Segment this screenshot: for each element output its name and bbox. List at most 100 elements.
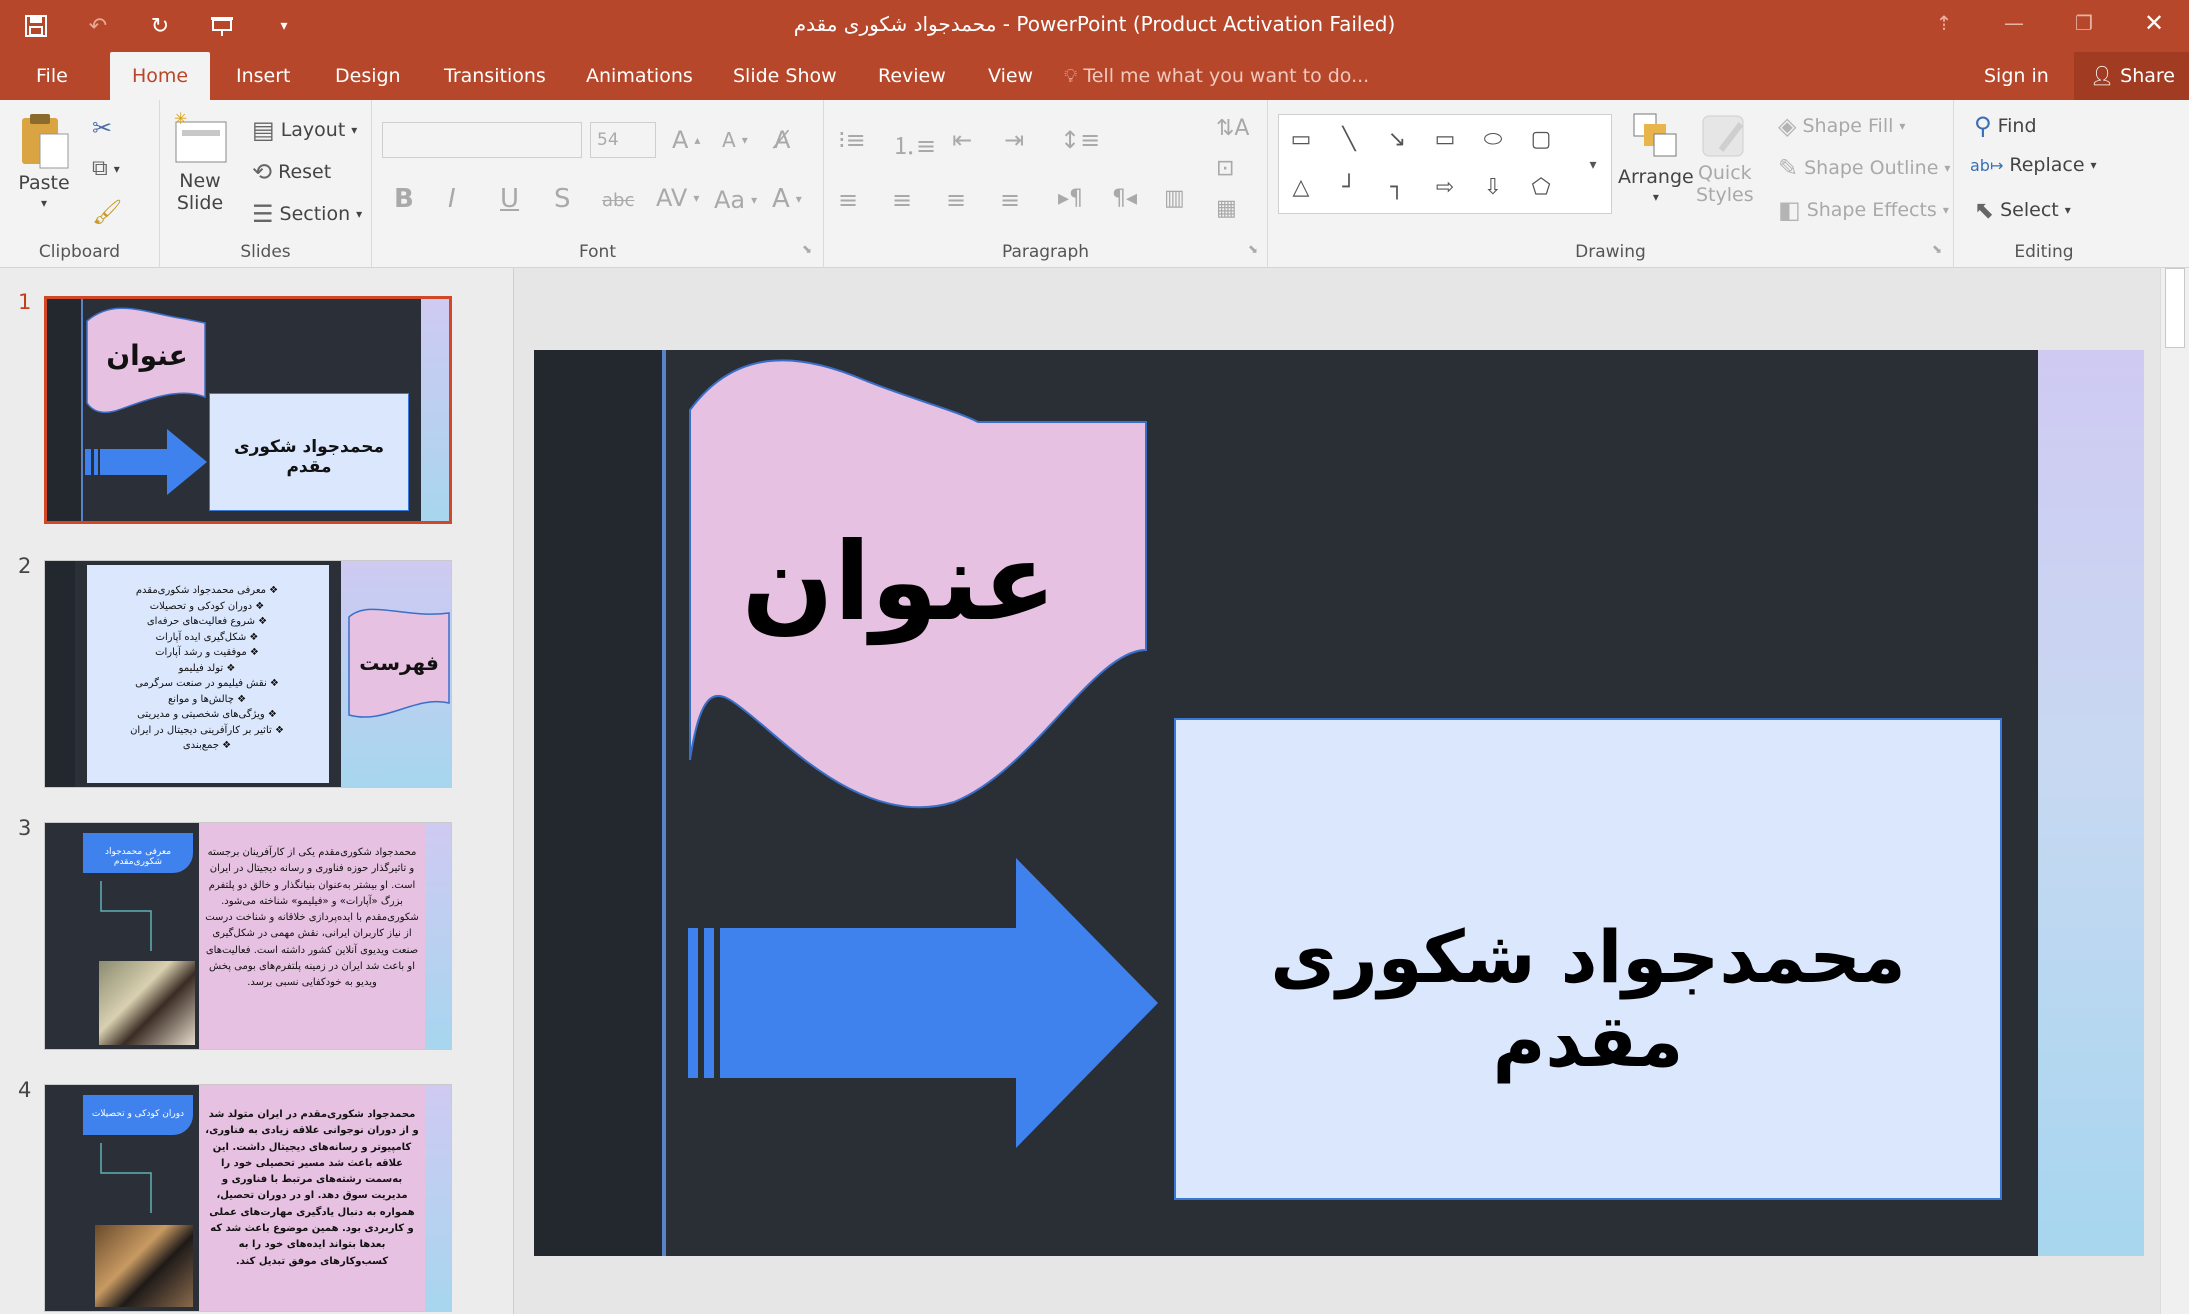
restore-icon[interactable]: ❐: [2049, 0, 2119, 46]
align-right-icon[interactable]: ≡: [946, 186, 966, 214]
shapes-gallery[interactable]: ▭ ╲ ↘ ▭ ⬭ ▢ △ ┘ ┐ ⇨ ⇩ ⬠ ▾: [1278, 114, 1612, 214]
character-spacing-icon[interactable]: AV ▾: [656, 184, 699, 212]
new-slide-icon: ✳: [174, 110, 227, 163]
text-direction-icon[interactable]: ⇅A: [1216, 116, 1249, 141]
freeform-shape-icon[interactable]: ⬠: [1527, 173, 1555, 201]
tab-design[interactable]: Design: [319, 52, 417, 100]
tab-file[interactable]: File: [20, 52, 84, 100]
justify-icon[interactable]: ≡: [1000, 186, 1020, 214]
line-shape-icon[interactable]: ╲: [1335, 125, 1363, 153]
layout-button[interactable]: ▤ Layout ▾: [252, 116, 357, 144]
grow-font-icon[interactable]: A ▴: [672, 126, 700, 154]
tab-transitions[interactable]: Transitions: [428, 52, 562, 100]
elbow-arrow-shape-icon[interactable]: ┐: [1383, 173, 1411, 201]
bullets-icon[interactable]: ⁝≡: [838, 126, 866, 154]
window-title: محمدجواد شکوری مقدم - PowerPoint (Produc…: [793, 12, 1396, 36]
textbox-shape-icon[interactable]: ▭: [1287, 125, 1315, 153]
align-center-icon[interactable]: ≡: [892, 186, 912, 214]
cursor-icon: ⬉: [1974, 196, 1995, 224]
decrease-indent-icon[interactable]: ⇤: [952, 126, 972, 154]
bold-icon[interactable]: B: [394, 184, 414, 214]
paragraph-dialog-launcher-icon[interactable]: ⬊: [1248, 242, 1258, 256]
share-button[interactable]: 👤︎ Share: [2074, 52, 2189, 100]
person-icon: 👤︎: [2090, 65, 2121, 87]
arrow-line-shape-icon[interactable]: ↘: [1383, 125, 1411, 153]
close-icon[interactable]: ✕: [2119, 0, 2189, 46]
tab-review[interactable]: Review: [862, 52, 962, 100]
font-name-box[interactable]: [382, 122, 582, 158]
slide-thumbnail-1[interactable]: عنوان محمدجواد شکوری مقدم: [44, 296, 452, 524]
sign-in-link[interactable]: Sign in: [1984, 52, 2049, 100]
change-case-icon[interactable]: Aa ▾: [714, 186, 757, 214]
underline-icon[interactable]: U: [500, 184, 519, 214]
quick-styles-button[interactable]: Quick Styles: [1696, 110, 1754, 206]
select-button[interactable]: ⬉ Select ▾: [1974, 196, 2071, 224]
format-painter-icon[interactable]: 🖌︎: [92, 198, 122, 226]
line-spacing-icon[interactable]: ↕≡: [1060, 126, 1100, 154]
columns-icon[interactable]: ▥: [1164, 186, 1185, 211]
tell-me-search[interactable]: 💡︎ Tell me what you want to do...: [1064, 52, 1369, 100]
strikethrough-icon[interactable]: abc: [602, 190, 634, 211]
slide-name-text[interactable]: محمدجواد شکوری مقدم: [1176, 915, 2000, 1083]
increase-indent-icon[interactable]: ⇥: [1004, 126, 1024, 154]
align-text-icon[interactable]: ⊡: [1216, 156, 1234, 181]
section-button[interactable]: ☰ Section ▾: [252, 200, 362, 228]
shape-effects-button[interactable]: ◧ Shape Effects ▾: [1778, 196, 1949, 224]
reset-button[interactable]: ⟲ Reset: [252, 158, 331, 186]
triangle-shape-icon[interactable]: △: [1287, 173, 1315, 201]
font-size-box[interactable]: 54: [590, 122, 656, 158]
vertical-scrollbar[interactable]: [2160, 268, 2189, 1314]
slide-thumbnail-2[interactable]: ❖ معرفی محمدجواد شکوری‌مقدم ❖ دوران کودک…: [44, 560, 452, 788]
right-arrow-shape-icon[interactable]: ⇨: [1431, 173, 1459, 201]
italic-icon[interactable]: I: [448, 184, 456, 214]
tab-insert[interactable]: Insert: [220, 52, 307, 100]
cut-icon[interactable]: ✂: [92, 114, 112, 142]
tab-home[interactable]: Home: [110, 52, 210, 100]
shrink-font-icon[interactable]: A ▾: [722, 128, 748, 152]
align-left-icon[interactable]: ≡: [838, 186, 858, 214]
ribbon-display-icon[interactable]: ⇡: [1909, 0, 1979, 46]
down-arrow-shape-icon[interactable]: ⇩: [1479, 173, 1507, 201]
shape-outline-button[interactable]: ✎ Shape Outline ▾: [1778, 154, 1950, 182]
shape-fill-button[interactable]: ◈ Shape Fill ▾: [1778, 112, 1905, 140]
shape-fill-label: Shape Fill: [1802, 115, 1894, 137]
thumb-title: دوران کودکی و تحصیلات: [91, 1109, 185, 1119]
tell-me-text: Tell me what you want to do...: [1083, 65, 1370, 87]
scrollbar-thumb[interactable]: [2165, 268, 2185, 348]
slide-thumbnail-pane[interactable]: 1 عنوان محمدجواد شکوری مقدم 2 ❖ معرفی مح…: [0, 268, 514, 1314]
slide-number: 1: [18, 290, 32, 314]
slide-thumbnail-4[interactable]: دوران کودکی و تحصیلات محمدجواد شکوری‌مقد…: [44, 1084, 452, 1312]
ltr-icon[interactable]: ▸¶: [1058, 186, 1083, 211]
section-label: Section: [279, 203, 351, 225]
paragraph-label: Paragraph: [1001, 242, 1090, 262]
thumb-body: محمدجواد شکوری مقدم: [233, 437, 384, 477]
elbow-connector-shape-icon[interactable]: ┘: [1335, 173, 1363, 201]
drawing-dialog-launcher-icon[interactable]: ⬊: [1932, 242, 1942, 256]
font-color-icon[interactable]: A ▾: [772, 184, 802, 214]
rtl-icon[interactable]: ¶◂: [1112, 186, 1137, 211]
rectangle-shape-icon[interactable]: ▭: [1431, 125, 1459, 153]
clear-formatting-icon[interactable]: A̸: [774, 126, 790, 154]
tab-slide-show[interactable]: Slide Show: [717, 52, 853, 100]
shadow-icon[interactable]: S: [554, 184, 571, 214]
copy-icon[interactable]: ⧉ ▾: [92, 156, 120, 181]
find-button[interactable]: ⚲ Find: [1974, 112, 2037, 140]
numbering-icon[interactable]: ⒈≡: [892, 126, 936, 161]
slide-title-text[interactable]: عنوان: [714, 520, 1084, 645]
ribbon: Paste ▾ ✂ ⧉ ▾ 🖌︎ Clipboard ✳ New Slide ▤ L…: [0, 100, 2189, 365]
name-textbox[interactable]: محمدجواد شکوری مقدم: [1174, 718, 2002, 1200]
tab-view[interactable]: View: [972, 52, 1049, 100]
font-dialog-launcher-icon[interactable]: ⬊: [802, 242, 812, 256]
smartart-icon[interactable]: ▦: [1216, 196, 1237, 221]
rounded-rectangle-shape-icon[interactable]: ▢: [1527, 125, 1555, 153]
arrange-button[interactable]: Arrange ▾: [1618, 110, 1694, 204]
shapes-more-icon[interactable]: ▾: [1579, 151, 1607, 179]
paste-button[interactable]: Paste ▾: [16, 110, 72, 210]
oval-shape-icon[interactable]: ⬭: [1479, 125, 1507, 153]
current-slide[interactable]: عنوان محمدجواد شکوری مقدم: [534, 350, 2144, 1256]
new-slide-button[interactable]: ✳ New Slide: [170, 110, 230, 214]
replace-button[interactable]: ab↦ Replace ▾: [1970, 154, 2097, 176]
slide-thumbnail-3[interactable]: معرفی محمدجواد شکوری‌مقدم محمدجواد شکوری…: [44, 822, 452, 1050]
minimize-icon[interactable]: —: [1979, 0, 2049, 46]
tab-animations[interactable]: Animations: [570, 52, 709, 100]
